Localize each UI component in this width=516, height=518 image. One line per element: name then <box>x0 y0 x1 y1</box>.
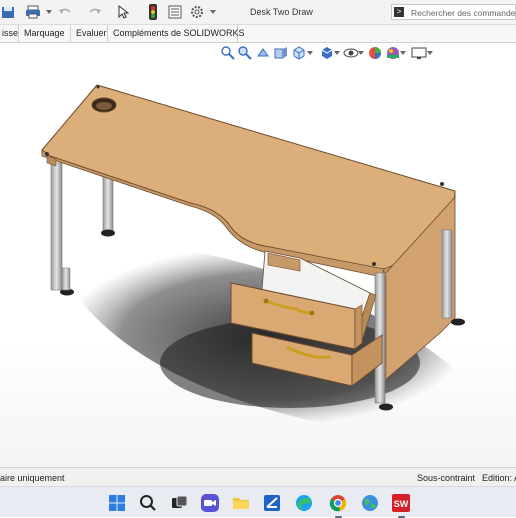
command-prompt-icon: > <box>394 7 404 17</box>
chrome-browser-icon[interactable] <box>328 493 348 518</box>
snipping-tool-icon[interactable] <box>262 493 282 513</box>
svg-text:SW: SW <box>394 499 409 509</box>
rebuild-traffic-light-icon[interactable] <box>145 4 161 20</box>
screw-dot <box>96 85 100 89</box>
search-icon[interactable] <box>138 493 158 513</box>
tab-esquisse[interactable]: isse <box>0 25 19 42</box>
status-left-text: aire uniquement <box>0 473 65 483</box>
tab-complements-solidworks[interactable]: Compléments de SOLIDWORKS <box>108 25 245 42</box>
title-bar: Desk Two Draw > Rechercher des commandes <box>0 0 516 25</box>
document-title: Desk Two Draw <box>250 7 313 17</box>
graphics-area[interactable] <box>0 43 516 467</box>
windows-start-icon[interactable] <box>107 493 127 513</box>
select-arrow-icon[interactable] <box>115 4 131 20</box>
print-dropdown-icon[interactable] <box>41 4 57 20</box>
command-search-box[interactable]: > Rechercher des commandes <box>391 4 516 20</box>
screw-dot <box>45 152 49 156</box>
foot-back-right <box>451 318 465 326</box>
foot-front-right <box>379 403 393 411</box>
earth-globe-icon[interactable] <box>360 493 380 513</box>
windows-taskbar: SW <box>0 486 516 518</box>
file-properties-icon[interactable] <box>167 4 183 20</box>
screw-dot <box>440 182 444 186</box>
options-gear-icon[interactable] <box>189 4 205 20</box>
status-constraint-text: Sous-contraint <box>417 473 476 483</box>
leg-front-left <box>50 162 63 291</box>
task-view-icon[interactable] <box>169 493 189 513</box>
status-edition-text: Edition: A <box>482 473 516 483</box>
command-manager-tabs: isse Marquage Evaluer Compléments de SOL… <box>0 25 516 43</box>
desk-3d-model[interactable] <box>0 43 516 467</box>
screw-dot <box>372 262 376 266</box>
save-icon[interactable] <box>0 4 16 20</box>
file-explorer-icon[interactable] <box>231 493 251 513</box>
print-icon[interactable] <box>25 4 41 20</box>
solidworks-app-icon[interactable]: SW <box>391 493 411 518</box>
edge-browser-icon[interactable] <box>294 493 314 513</box>
foot-back-left <box>101 229 115 237</box>
search-placeholder: Rechercher des commandes <box>411 8 516 18</box>
undo-icon[interactable] <box>57 4 73 20</box>
status-bar: aire uniquement Sous-contraint Edition: … <box>0 467 516 487</box>
tab-marquage[interactable]: Marquage <box>19 25 71 42</box>
tab-evaluer[interactable]: Evaluer <box>71 25 108 42</box>
options-dropdown-icon[interactable] <box>205 4 221 20</box>
redo-icon[interactable] <box>87 4 103 20</box>
leg-back-right <box>441 229 453 319</box>
zoom-meetings-icon[interactable] <box>200 493 220 513</box>
